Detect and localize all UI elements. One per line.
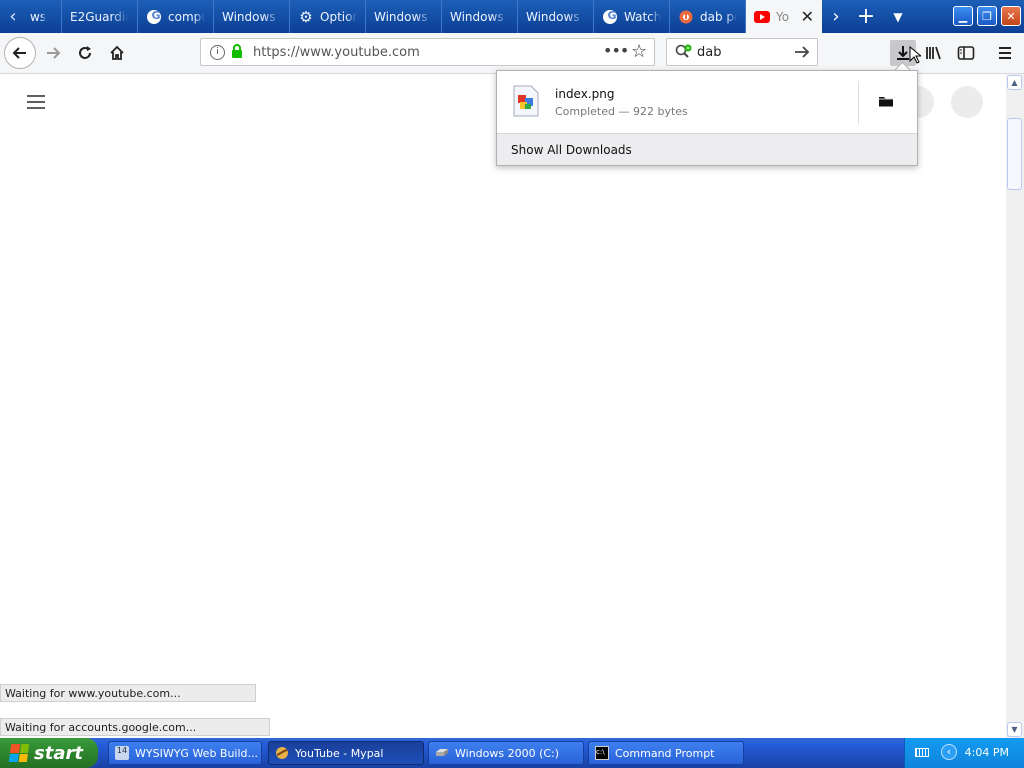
tab-6[interactable]: Windows X: [366, 0, 442, 33]
tab-label: Windows X: [450, 9, 509, 24]
tab-label: Windows X: [526, 9, 585, 24]
google-icon: [146, 9, 163, 25]
menu-button[interactable]: [992, 40, 1018, 66]
taskbar-item[interactable]: 14 WYSIWYG Web Build...: [108, 741, 262, 765]
search-bar[interactable]: dab: [666, 38, 818, 66]
scroll-up-arrow-icon[interactable]: ▲: [1007, 75, 1022, 90]
tab-1[interactable]: ws: [22, 0, 62, 33]
show-all-downloads-label: Show All Downloads: [511, 143, 632, 157]
placeholder-avatar: [951, 86, 983, 118]
tab-label: dab po: [700, 9, 737, 24]
tab-label: ws: [30, 9, 47, 24]
divider: [858, 81, 859, 125]
home-button[interactable]: [102, 38, 132, 68]
bookmark-star-icon[interactable]: ☆: [631, 41, 647, 62]
taskbar-item[interactable]: c:\ Command Prompt: [588, 741, 744, 765]
sidebar-icon: [957, 46, 975, 60]
downloads-panel: index.png Completed — 922 bytes Show All…: [496, 70, 918, 166]
start-button[interactable]: start: [0, 738, 98, 768]
search-engine-icon[interactable]: [675, 44, 693, 63]
tab-label: Windows X: [374, 9, 433, 24]
scroll-tabs-right-icon[interactable]: ›: [822, 0, 850, 33]
search-input[interactable]: dab: [697, 45, 721, 60]
taskbar-item-label: Windows 2000 (C:): [455, 746, 560, 760]
tab-youtube-active[interactable]: Yo ✕: [746, 0, 822, 33]
windows-taskbar: start 14 WYSIWYG Web Build... YouTube - …: [0, 738, 1024, 768]
vertical-scrollbar[interactable]: ▲ ▼: [1006, 74, 1024, 738]
taskbar-item-label: YouTube - Mypal: [295, 746, 384, 760]
hamburger-menu-icon: [999, 47, 1011, 59]
tab-9[interactable]: Watch: [594, 0, 670, 33]
tab-4[interactable]: Windows X: [214, 0, 290, 33]
restore-window-button[interactable]: ❐: [977, 6, 997, 26]
library-button[interactable]: [921, 40, 947, 66]
tab-label: Option: [320, 9, 357, 24]
mouse-cursor-icon: [909, 45, 923, 67]
web-builder-app-icon: 14: [115, 746, 129, 760]
scroll-tabs-left-icon[interactable]: ‹: [2, 0, 24, 33]
taskbar-item-label: Command Prompt: [615, 746, 715, 760]
forward-button[interactable]: [38, 38, 68, 68]
show-all-downloads-button[interactable]: Show All Downloads: [497, 133, 917, 165]
tab-10[interactable]: dab po: [670, 0, 746, 33]
back-button[interactable]: [4, 37, 36, 69]
record-icon: [678, 9, 694, 25]
page-actions-icon[interactable]: •••: [603, 41, 629, 60]
tray-expand-chevron-icon[interactable]: ‹: [941, 744, 957, 760]
list-tabs-chevron-down-icon[interactable]: ▼: [884, 0, 912, 33]
youtube-icon: [754, 9, 770, 25]
tab-label: compu: [168, 9, 205, 24]
navigation-toolbar: i https://www.youtube.com ••• ☆ dab: [0, 33, 1024, 74]
reload-button[interactable]: [70, 38, 100, 68]
close-tab-icon[interactable]: ✕: [801, 7, 814, 26]
youtube-guide-menu-icon[interactable]: [27, 95, 45, 109]
library-icon: [926, 46, 941, 60]
search-go-arrow-icon[interactable]: [793, 44, 811, 63]
taskbar-item-label: WYSIWYG Web Build...: [135, 746, 259, 760]
status-bar: Waiting for www.youtube.com...: [0, 684, 256, 702]
tab-3[interactable]: compu: [138, 0, 214, 33]
url-text: https://www.youtube.com: [253, 45, 420, 60]
taskbar-item-active[interactable]: YouTube - Mypal: [268, 741, 424, 765]
close-window-button[interactable]: ✕: [1001, 6, 1021, 26]
mypal-browser-icon: [275, 746, 289, 760]
status-bar: Waiting for accounts.google.com...: [0, 718, 270, 736]
tab-7[interactable]: Windows X: [442, 0, 518, 33]
drive-icon: [435, 746, 449, 760]
url-bar[interactable]: i https://www.youtube.com ••• ☆: [200, 38, 655, 66]
download-status: Completed — 922 bytes: [555, 105, 688, 118]
image-file-icon: [513, 85, 539, 117]
info-icon[interactable]: i: [210, 45, 225, 60]
page-content: [0, 74, 1006, 738]
gear-icon: ⚙: [299, 7, 313, 26]
tab-label: E2Guardian: [70, 9, 129, 24]
sidebar-toggle-button[interactable]: [953, 40, 979, 66]
lock-icon[interactable]: [231, 44, 243, 62]
start-label: start: [34, 742, 83, 764]
system-tray: ‹ 4:04 PM: [904, 738, 1024, 768]
scroll-down-arrow-icon[interactable]: ▼: [1007, 722, 1022, 737]
scrollbar-thumb[interactable]: [1007, 118, 1022, 190]
tab-label: Windows X: [222, 9, 281, 24]
tab-5[interactable]: ⚙ Option: [290, 0, 366, 33]
windows-logo-icon: [8, 744, 30, 762]
taskbar-item[interactable]: Windows 2000 (C:): [428, 741, 584, 765]
google-icon: [602, 9, 619, 25]
clock: 4:04 PM: [964, 746, 1009, 759]
tab-2[interactable]: E2Guardian: [62, 0, 138, 33]
tab-8[interactable]: Windows X: [518, 0, 594, 33]
open-folder-icon[interactable]: [877, 93, 895, 109]
download-item[interactable]: index.png Completed — 922 bytes: [497, 71, 857, 133]
keyboard-icon[interactable]: [915, 748, 929, 757]
command-prompt-icon: c:\: [595, 746, 609, 760]
new-tab-icon[interactable]: +: [852, 0, 880, 33]
minimize-window-button[interactable]: ▁: [953, 6, 973, 26]
download-file-name: index.png: [555, 87, 615, 101]
tab-strip: ‹ ws E2Guardian compu Windows X ⚙ Option…: [0, 0, 1024, 33]
tab-label: Yo: [776, 9, 790, 24]
tab-label: Watch: [624, 9, 661, 24]
